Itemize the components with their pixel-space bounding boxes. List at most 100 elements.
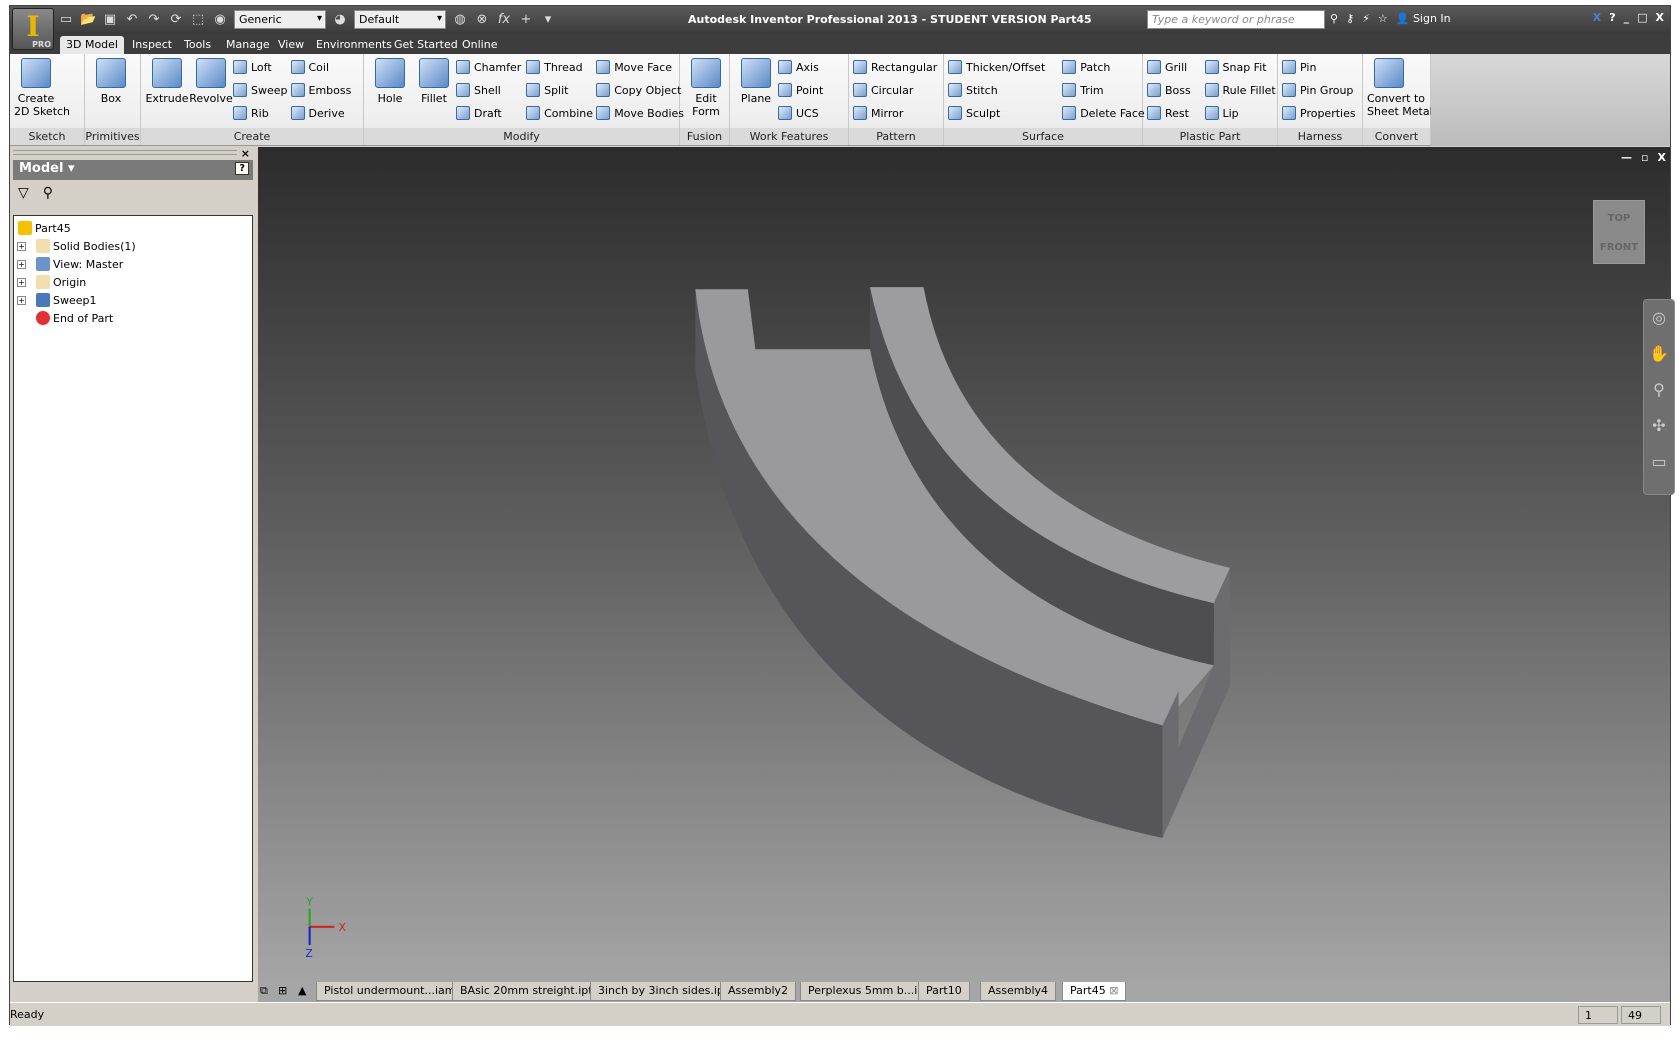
undo-icon[interactable]: ↶ xyxy=(124,12,140,28)
create-2d-sketch-button[interactable]: Create 2D Sketch xyxy=(14,58,70,118)
help-icon[interactable]: ? xyxy=(1609,11,1615,24)
boss-button[interactable]: Boss xyxy=(1147,83,1191,97)
panel-label-pattern[interactable]: Pattern xyxy=(849,128,943,145)
tab-get-started[interactable]: Get Started xyxy=(388,36,464,54)
pin-group-button[interactable]: Pin Group xyxy=(1282,83,1353,97)
select-icon[interactable]: ⬚ xyxy=(190,12,206,28)
loft-button[interactable]: Loft xyxy=(233,60,272,74)
panel-label-convert[interactable]: Convert xyxy=(1363,128,1430,145)
adjust-appearance-icon[interactable]: ◍ xyxy=(452,12,468,28)
doc-tab-pistol-undermount-iam[interactable]: Pistol undermount...iam xyxy=(316,982,464,1001)
appearance-select[interactable]: Default xyxy=(354,10,446,29)
view-face-icon[interactable]: ▭ xyxy=(1644,444,1674,480)
tab-tools[interactable]: Tools xyxy=(178,36,217,54)
mirror-button[interactable]: Mirror xyxy=(853,106,903,120)
minimize-button[interactable]: _ xyxy=(1624,11,1630,24)
viewport-close-button[interactable]: X xyxy=(1658,151,1666,164)
graphics-viewport[interactable]: — ▫ X TOP FRONT ◎ ✋ ⚲ ✣ ▭ xyxy=(258,147,1675,982)
new-icon[interactable]: ▭ xyxy=(58,12,74,28)
doc-tab-part45[interactable]: Part45 ⊠ xyxy=(1062,982,1127,1001)
trim-button[interactable]: Trim xyxy=(1062,83,1104,97)
fillet-button[interactable]: Fillet xyxy=(412,58,456,105)
doc-tab-part10[interactable]: Part10 xyxy=(918,982,970,1001)
expand-toggle[interactable]: + xyxy=(17,260,26,269)
application-menu-button[interactable]: I PRO xyxy=(12,8,54,50)
close-button[interactable]: X xyxy=(1656,11,1664,24)
doc-tab-basic-20mm-streight-ipt[interactable]: BAsic 20mm streight.ipt xyxy=(452,982,601,1001)
tab-environments[interactable]: Environments xyxy=(310,36,398,54)
customize-icon[interactable]: ▾ xyxy=(540,12,556,28)
rest-button[interactable]: Rest xyxy=(1147,106,1189,120)
expand-toggle[interactable]: + xyxy=(17,278,26,287)
clear-appearance-icon[interactable]: ⊗ xyxy=(474,12,490,28)
material-select[interactable]: Generic xyxy=(234,10,326,29)
shell-button[interactable]: Shell xyxy=(456,83,501,97)
revolve-button[interactable]: Revolve xyxy=(189,58,233,105)
panel-label-primitives[interactable]: Primitives xyxy=(85,128,140,145)
doc-tab-assembly4[interactable]: Assembly4 xyxy=(980,982,1057,1001)
tree-node-part45[interactable]: Part45 xyxy=(18,220,71,236)
doc-tab-3inch-by-3inch-sides-ipt[interactable]: 3inch by 3inch sides.ipt xyxy=(590,982,737,1001)
filter-icon[interactable]: ▽ xyxy=(18,185,29,201)
snap-fit-button[interactable]: Snap Fit xyxy=(1204,60,1267,74)
zoom-icon[interactable]: ⚲ xyxy=(1644,372,1674,408)
tree-node-sweep1[interactable]: Sweep1 xyxy=(36,292,97,308)
open-icon[interactable]: 📂 xyxy=(80,12,96,28)
tree-node-end-of-part[interactable]: End of Part xyxy=(36,310,113,326)
patch-button[interactable]: Patch xyxy=(1062,60,1110,74)
browser-grip[interactable] xyxy=(13,150,237,155)
browser-header[interactable]: Model ▾ ? xyxy=(13,160,253,180)
expand-toggle[interactable]: + xyxy=(17,296,26,305)
star-icon[interactable]: ☆ xyxy=(1378,12,1388,25)
viewport-restore-button[interactable]: ▫ xyxy=(1641,151,1648,164)
close-browser-icon[interactable]: × xyxy=(241,147,250,160)
panel-label-work-features[interactable]: Work Features xyxy=(730,128,848,145)
tab-inspect[interactable]: Inspect xyxy=(126,36,178,54)
orbit-icon[interactable]: ✣ xyxy=(1644,408,1674,444)
viewcube[interactable]: TOP FRONT xyxy=(1593,200,1645,264)
key-icon[interactable]: ⚷ xyxy=(1346,12,1354,25)
close-tab-icon[interactable]: ⊠ xyxy=(1106,984,1118,997)
lip-button[interactable]: Lip xyxy=(1204,106,1239,120)
panel-label-fusion[interactable]: Fusion xyxy=(680,128,729,145)
tab-online[interactable]: Online xyxy=(456,36,503,54)
panel-label-modify[interactable]: Modify xyxy=(364,128,679,145)
extrude-button[interactable]: Extrude xyxy=(145,58,189,105)
panel-label-plastic-part[interactable]: Plastic Part xyxy=(1143,128,1277,145)
grill-button[interactable]: Grill xyxy=(1147,60,1187,74)
delete-face-button[interactable]: Delete Face xyxy=(1062,106,1145,120)
satellite-icon[interactable]: ⚡ xyxy=(1362,12,1370,25)
move-face-button[interactable]: Move Face xyxy=(596,60,672,74)
pan-icon[interactable]: ✋ xyxy=(1644,336,1674,372)
parameters-icon[interactable]: fx xyxy=(496,12,512,28)
circular-button[interactable]: Circular xyxy=(853,83,913,97)
draft-button[interactable]: Draft xyxy=(456,106,502,120)
help-icon[interactable]: ? xyxy=(235,162,249,175)
move-bodies-button[interactable]: Move Bodies xyxy=(596,106,684,120)
sweep-button[interactable]: Sweep xyxy=(233,83,288,97)
open-documents-icon[interactable]: ▲ xyxy=(298,984,306,997)
maximize-button[interactable]: □ xyxy=(1637,11,1647,24)
stitch-button[interactable]: Stitch xyxy=(948,83,998,97)
thicken-offset-button[interactable]: Thicken/Offset xyxy=(948,60,1045,74)
axis-button[interactable]: Axis xyxy=(778,60,819,74)
sign-in-button[interactable]: 👤 Sign In xyxy=(1396,12,1451,25)
panel-label-harness[interactable]: Harness xyxy=(1278,128,1362,145)
viewcube-front[interactable]: FRONT xyxy=(1594,224,1644,253)
help-search-input[interactable]: Type a keyword or phrase xyxy=(1147,10,1325,29)
steering-wheel-icon[interactable]: ◎ xyxy=(1644,300,1674,336)
plane-button[interactable]: Plane xyxy=(734,58,778,105)
rule-fillet-button[interactable]: Rule Fillet xyxy=(1204,83,1276,97)
tree-node-view-master[interactable]: View: Master xyxy=(36,256,123,272)
combine-button[interactable]: Combine xyxy=(526,106,593,120)
doc-tab-assembly2[interactable]: Assembly2 xyxy=(720,982,797,1001)
find-icon[interactable]: ⚲ xyxy=(43,185,53,201)
chamfer-button[interactable]: Chamfer xyxy=(456,60,521,74)
viewcube-top[interactable]: TOP xyxy=(1594,201,1644,224)
rib-button[interactable]: Rib xyxy=(233,106,269,120)
convert-to-sheet-metal-button[interactable]: Convert to Sheet Metal xyxy=(1367,58,1433,118)
copy-object-button[interactable]: Copy Object xyxy=(596,83,681,97)
tile-icon[interactable]: ⊞ xyxy=(278,984,287,997)
update-icon[interactable]: ⟳ xyxy=(168,12,184,28)
tab-3d-model[interactable]: 3D Model xyxy=(60,36,124,54)
